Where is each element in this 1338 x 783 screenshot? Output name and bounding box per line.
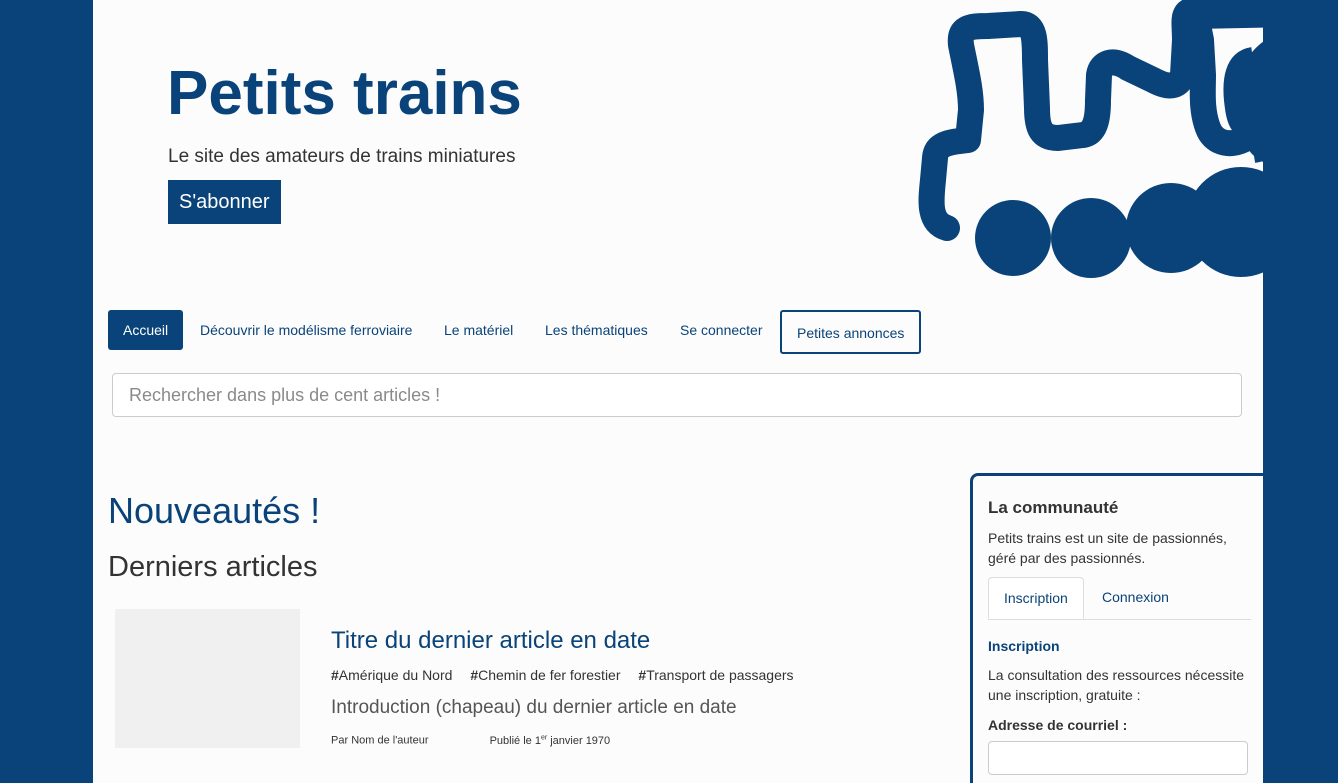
- email-field[interactable]: [988, 741, 1248, 775]
- publish-date: Publié le 1er janvier 1970: [489, 734, 611, 747]
- inscription-heading: Inscription: [988, 638, 1060, 654]
- community-panel: La communauté Petits trains est un site …: [970, 473, 1263, 783]
- inscription-text: La consultation des ressources nécessite…: [988, 667, 1245, 703]
- page-container: Petits trains Le site des amateurs de tr…: [93, 0, 1263, 783]
- community-title: La communauté: [988, 498, 1119, 517]
- nav-item-materiel[interactable]: Le matériel: [444, 310, 513, 350]
- article-tags: #Amérique du Nord #Chemin de fer foresti…: [331, 667, 808, 683]
- author-prefix: Par: [331, 734, 349, 747]
- tag-link[interactable]: #Amérique du Nord: [331, 667, 452, 683]
- train-icon: [918, 0, 1263, 278]
- search-input[interactable]: [112, 373, 1242, 417]
- nav-item-se-connecter[interactable]: Se connecter: [680, 310, 763, 350]
- article-title-link[interactable]: Titre du dernier article en date: [331, 627, 650, 655]
- tab-connexion[interactable]: Connexion: [1087, 577, 1184, 617]
- nav-item-decouvrir[interactable]: Découvrir le modélisme ferroviaire: [200, 310, 412, 350]
- site-title: Petits trains: [167, 59, 522, 128]
- email-label: Adresse de courriel :: [988, 717, 1128, 733]
- news-heading: Nouveautés !: [108, 490, 321, 531]
- tab-inscription[interactable]: Inscription: [988, 577, 1084, 619]
- latest-articles-heading: Derniers articles: [108, 551, 318, 583]
- article-intro: Introduction (chapeau) du dernier articl…: [331, 697, 737, 718]
- nav-item-accueil[interactable]: Accueil: [108, 310, 184, 350]
- nav-item-petites-annonces[interactable]: Petites annonces: [780, 310, 922, 354]
- article-thumbnail[interactable]: [115, 609, 300, 748]
- site-tagline: Le site des amateurs de trains miniature…: [168, 146, 516, 167]
- tag-link[interactable]: #Chemin de fer forestier: [470, 667, 620, 683]
- auth-tabs: Inscription Connexion: [988, 577, 1251, 620]
- tag-link[interactable]: #Transport de passagers: [638, 667, 793, 683]
- subscribe-button[interactable]: S'abonner: [168, 180, 281, 224]
- community-description: Petits trains est un site de passionnés,…: [988, 530, 1227, 566]
- nav-item-thematiques[interactable]: Les thématiques: [545, 310, 648, 350]
- author-name: Nom de l'auteur: [351, 734, 429, 747]
- article-meta: Par Nom de l'auteur Publié le 1er janvie…: [331, 734, 610, 747]
